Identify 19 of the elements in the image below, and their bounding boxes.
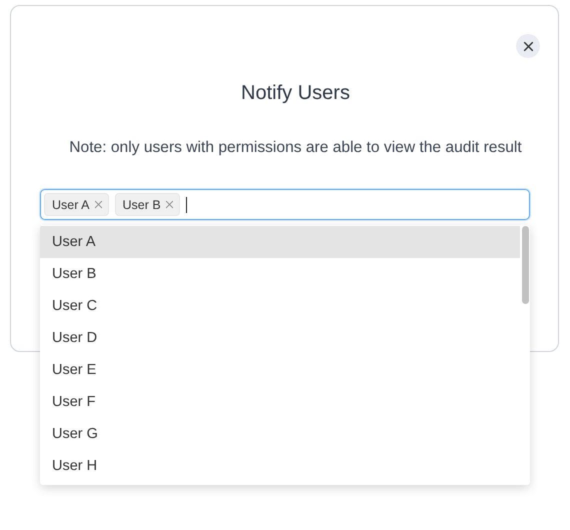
user-input-field[interactable]: User A User B xyxy=(40,189,530,220)
dialog-title: Notify Users xyxy=(240,81,351,106)
user-option[interactable]: User D xyxy=(40,322,520,354)
remove-icon[interactable] xyxy=(94,200,103,209)
text-cursor xyxy=(186,196,187,212)
user-option[interactable]: User F xyxy=(40,386,520,418)
tag-label: User A xyxy=(52,198,90,212)
tag-label: User B xyxy=(122,198,161,212)
user-option[interactable]: User B xyxy=(40,258,520,290)
user-option[interactable]: User H xyxy=(40,450,520,482)
remove-icon[interactable] xyxy=(164,200,174,209)
user-option[interactable]: User C xyxy=(40,290,520,322)
user-option[interactable]: User G xyxy=(40,418,520,450)
user-option[interactable]: User A xyxy=(40,226,520,258)
user-option[interactable]: User E xyxy=(40,354,520,386)
note-text: Note: only users with permissions are able to view the audit result xyxy=(68,138,523,158)
scrollbar-thumb[interactable] xyxy=(522,226,529,304)
close-icon xyxy=(522,40,534,52)
close-button[interactable] xyxy=(516,34,540,58)
